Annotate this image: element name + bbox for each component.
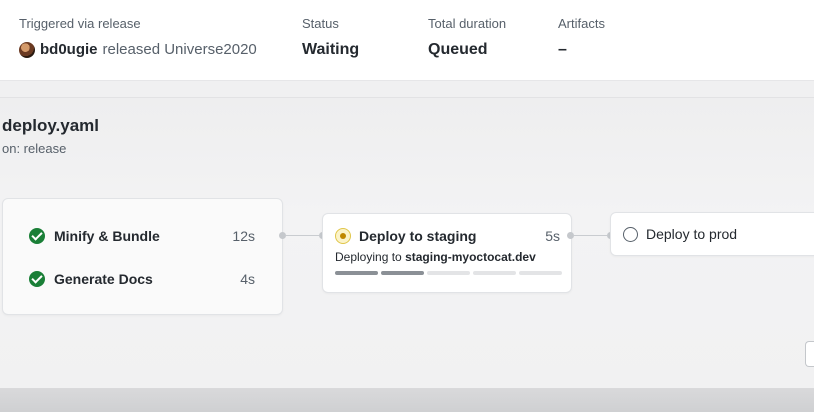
connector-dot xyxy=(567,232,574,239)
job-generate-docs[interactable]: Generate Docs 4s xyxy=(29,271,255,287)
check-circle-icon xyxy=(29,228,45,244)
avatar[interactable] xyxy=(19,41,35,58)
pending-dot-icon xyxy=(335,228,351,244)
job-duration: 12s xyxy=(232,228,255,244)
job-deploy-prod-card[interactable]: Deploy to prod xyxy=(610,212,814,256)
bottom-edge xyxy=(0,388,814,412)
progress-segment xyxy=(427,271,470,275)
job-name: Minify & Bundle xyxy=(54,228,160,244)
trigger-section: Triggered via release bd0ugie released U… xyxy=(19,16,257,58)
check-circle-icon xyxy=(29,271,45,287)
job-deploy-prod[interactable]: Deploy to prod xyxy=(623,226,737,242)
job-name: Deploy to staging xyxy=(359,228,477,244)
connector-line xyxy=(286,235,319,236)
run-summary-header: Triggered via release bd0ugie released U… xyxy=(0,0,814,81)
artifacts-value: – xyxy=(558,41,567,58)
progress-segment xyxy=(473,271,516,275)
duration-label: Total duration xyxy=(428,16,507,31)
status-section: Status Waiting xyxy=(302,16,359,59)
workflow-file-name: deploy.yaml xyxy=(2,116,99,135)
trigger-text: released Universe2020 xyxy=(102,41,257,58)
fullscreen-toggle[interactable] xyxy=(805,341,814,367)
job-deploy-staging-card[interactable]: Deploy to staging 5s Deploying to stagin… xyxy=(322,213,572,293)
progress-segment xyxy=(335,271,378,275)
step-target: staging-myoctocat.dev xyxy=(405,250,536,264)
job-duration: 4s xyxy=(240,271,255,287)
trigger-info: bd0ugie released Universe2020 xyxy=(19,41,257,58)
status-label: Status xyxy=(302,16,339,31)
connector-line xyxy=(574,235,607,236)
job-duration: 5s xyxy=(545,228,560,244)
step-progress-bar xyxy=(335,271,562,275)
actor-link[interactable]: bd0ugie xyxy=(40,41,98,58)
job-minify-bundle[interactable]: Minify & Bundle 12s xyxy=(29,228,255,244)
connector-dot xyxy=(279,232,286,239)
current-step: Deploying to staging-myoctocat.dev xyxy=(335,250,536,264)
progress-segment xyxy=(519,271,562,275)
progress-segment xyxy=(381,271,424,275)
job-name: Deploy to prod xyxy=(646,226,738,242)
trigger-label: Triggered via release xyxy=(19,16,141,31)
duration-value: Queued xyxy=(428,41,488,58)
job-group-card: Minify & Bundle 12s Generate Docs 4s xyxy=(2,198,283,315)
duration-section: Total duration Queued xyxy=(428,16,506,59)
status-value: Waiting xyxy=(302,41,360,58)
step-prefix: Deploying to xyxy=(335,250,402,264)
workflow-graph: deploy.yaml on: release Minify & Bundle … xyxy=(0,97,814,389)
job-deploy-staging[interactable]: Deploy to staging 5s xyxy=(335,228,560,244)
workflow-trigger: on: release xyxy=(2,141,67,156)
artifacts-label: Artifacts xyxy=(558,16,605,31)
job-name: Generate Docs xyxy=(54,271,153,287)
artifacts-section: Artifacts – xyxy=(558,16,605,59)
empty-circle-icon xyxy=(623,226,638,242)
